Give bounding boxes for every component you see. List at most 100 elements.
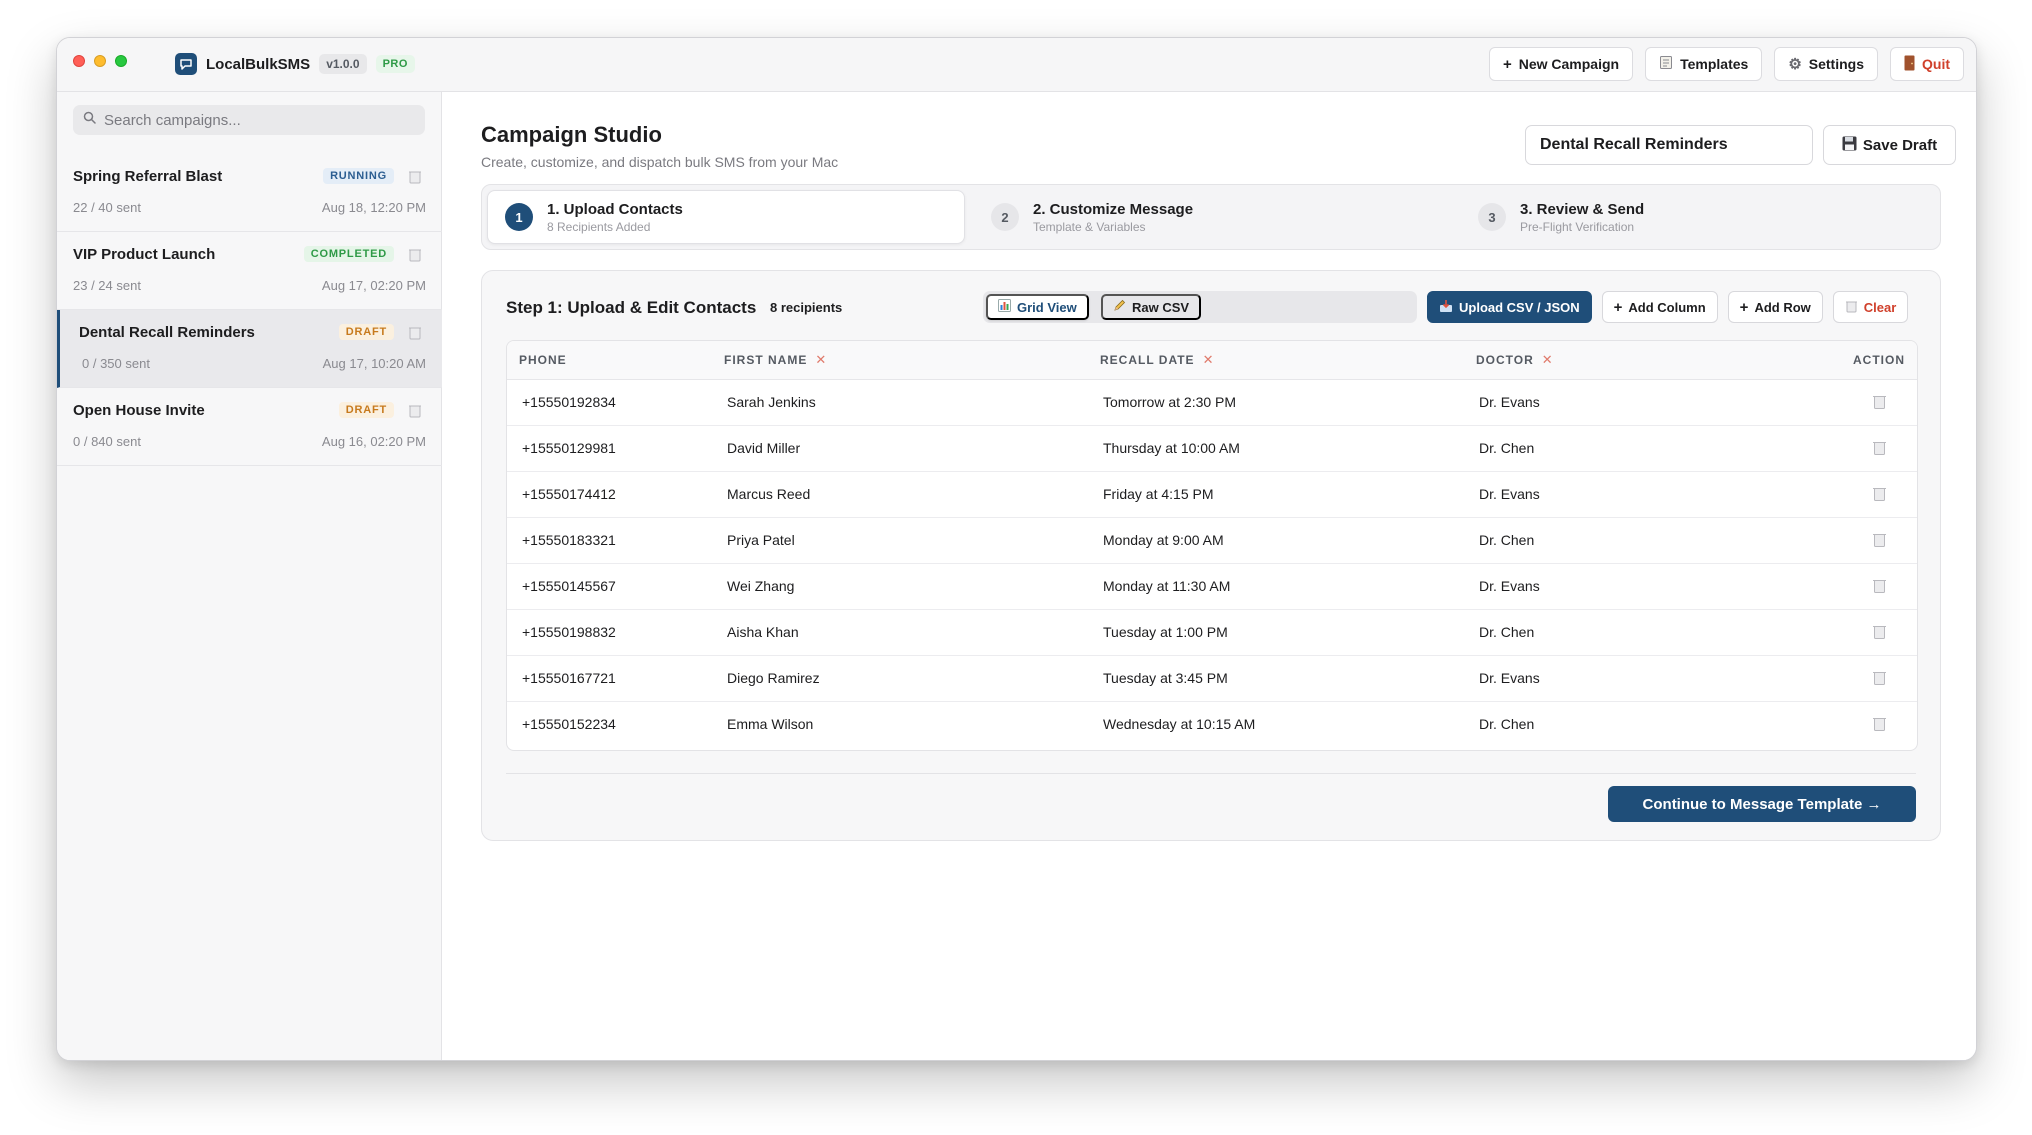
trash-icon[interactable]: [1872, 625, 1887, 642]
step-number: 1: [505, 203, 533, 231]
new-campaign-label: New Campaign: [1518, 56, 1620, 72]
trash-icon[interactable]: [1872, 533, 1887, 550]
phone-cell[interactable]: +15550129981: [507, 425, 712, 472]
remove-column-icon[interactable]: ✕: [1542, 352, 1554, 367]
grid-view-button[interactable]: Grid View: [986, 294, 1089, 320]
first-name-cell[interactable]: Marcus Reed: [712, 471, 1088, 518]
recall-date-cell[interactable]: Tomorrow at 2:30 PM: [1088, 379, 1464, 426]
campaign-item-dental-recall-reminders[interactable]: Dental Recall Reminders DRAFT 0 / 350 se…: [57, 310, 442, 388]
recall-date-cell[interactable]: Monday at 9:00 AM: [1088, 517, 1464, 564]
first-name-cell[interactable]: Emma Wilson: [712, 701, 1088, 747]
new-campaign-button[interactable]: + New Campaign: [1488, 47, 1634, 81]
doctor-cell[interactable]: Dr. Chen: [1464, 609, 1819, 656]
app-brand: LocalBulkSMS v1.0.0 PRO: [175, 53, 415, 75]
recall-date-cell[interactable]: Thursday at 10:00 AM: [1088, 425, 1464, 472]
quit-button[interactable]: Quit: [1890, 47, 1964, 81]
phone-cell[interactable]: +15550145567: [507, 563, 712, 610]
doctor-cell[interactable]: Dr. Evans: [1464, 563, 1819, 610]
door-icon: [1904, 55, 1915, 74]
card-title: Step 1: Upload & Edit Contacts: [506, 298, 757, 317]
templates-button[interactable]: Templates: [1645, 47, 1763, 81]
trash-icon[interactable]: [1872, 671, 1887, 688]
campaign-item-vip-product-launch[interactable]: VIP Product Launch COMPLETED 23 / 24 sen…: [57, 232, 442, 310]
recall-date-cell[interactable]: Friday at 4:15 PM: [1088, 471, 1464, 518]
add-column-button[interactable]: + Add Column: [1601, 291, 1718, 323]
doctor-cell[interactable]: Dr. Evans: [1464, 379, 1819, 426]
table-row: +15550145567 Wei Zhang Monday at 11:30 A…: [507, 563, 1917, 610]
recall-date-cell[interactable]: Tuesday at 1:00 PM: [1088, 609, 1464, 656]
settings-button[interactable]: ⚙ Settings: [1774, 47, 1878, 81]
campaign-name-input[interactable]: [1525, 125, 1813, 165]
settings-label: Settings: [1808, 56, 1864, 72]
first-name-cell[interactable]: Priya Patel: [712, 517, 1088, 564]
first-name-cell[interactable]: Wei Zhang: [712, 563, 1088, 610]
templates-label: Templates: [1680, 56, 1749, 72]
app-name: LocalBulkSMS: [206, 55, 311, 73]
table-row: +15550198832 Aisha Khan Tuesday at 1:00 …: [507, 609, 1917, 656]
remove-column-icon[interactable]: ✕: [1203, 352, 1215, 367]
action-cell: [1819, 701, 1917, 747]
table-row: +15550152234 Emma Wilson Wednesday at 10…: [507, 701, 1917, 747]
phone-cell[interactable]: +15550174412: [507, 471, 712, 518]
zoom-window-button[interactable]: [115, 55, 127, 67]
doctor-cell[interactable]: Dr. Chen: [1464, 517, 1819, 564]
search-box[interactable]: [73, 105, 425, 135]
first-name-cell[interactable]: David Miller: [712, 425, 1088, 472]
close-window-button[interactable]: [73, 55, 85, 67]
doctor-cell[interactable]: Dr. Evans: [1464, 471, 1819, 518]
action-cell: [1819, 425, 1917, 472]
doctor-cell[interactable]: Dr. Chen: [1464, 701, 1819, 747]
action-cell: [1819, 379, 1917, 426]
step-upload-contacts[interactable]: 1 1. Upload Contacts 8 Recipients Added: [487, 190, 965, 244]
trash-icon[interactable]: [1872, 579, 1887, 596]
minimize-window-button[interactable]: [94, 55, 106, 67]
doctor-cell[interactable]: Dr. Chen: [1464, 425, 1819, 472]
doctor-cell[interactable]: Dr. Evans: [1464, 655, 1819, 702]
app-window: LocalBulkSMS v1.0.0 PRO + New Campaign T…: [56, 37, 1977, 1061]
phone-cell[interactable]: +15550198832: [507, 609, 712, 656]
phone-cell[interactable]: +15550152234: [507, 701, 712, 747]
inbox-tray-icon: [1439, 299, 1453, 316]
recall-date-cell[interactable]: Monday at 11:30 AM: [1088, 563, 1464, 610]
search-input[interactable]: [104, 111, 425, 129]
table-body: +15550192834 Sarah Jenkins Tomorrow at 2…: [507, 379, 1917, 747]
step-subtitle: Template & Variables: [1033, 219, 1146, 234]
trash-icon[interactable]: [1872, 487, 1887, 504]
trash-icon[interactable]: [408, 325, 422, 345]
continue-to-message-template-button[interactable]: Continue to Message Template →: [1608, 786, 1916, 822]
step-customize-message[interactable]: 2 2. Customize Message Template & Variab…: [974, 190, 1452, 244]
trash-icon[interactable]: [1872, 395, 1887, 412]
page-subtitle: Create, customize, and dispatch bulk SMS…: [481, 154, 839, 170]
campaign-date: Aug 16, 02:20 PM: [321, 434, 426, 449]
first-name-cell[interactable]: Diego Ramirez: [712, 655, 1088, 702]
campaign-item-open-house-invite[interactable]: Open House Invite DRAFT 0 / 840 sent Aug…: [57, 388, 442, 466]
trash-icon[interactable]: [1872, 441, 1887, 458]
first-name-cell[interactable]: Aisha Khan: [712, 609, 1088, 656]
step-review-send[interactable]: 3 3. Review & Send Pre-Flight Verificati…: [1461, 190, 1937, 244]
phone-cell[interactable]: +15550192834: [507, 379, 712, 426]
remove-column-icon[interactable]: ✕: [815, 352, 827, 367]
trash-icon[interactable]: [408, 169, 422, 189]
recall-date-cell[interactable]: Tuesday at 3:45 PM: [1088, 655, 1464, 702]
add-column-label: Add Column: [1628, 299, 1706, 315]
table-row: +15550174412 Marcus Reed Friday at 4:15 …: [507, 471, 1917, 518]
recall-date-cell[interactable]: Wednesday at 10:15 AM: [1088, 701, 1464, 747]
phone-cell[interactable]: +15550167721: [507, 655, 712, 702]
column-header-phone: PHONE: [507, 341, 712, 380]
upload-csv-json-button[interactable]: Upload CSV / JSON: [1427, 291, 1592, 323]
plus-icon: +: [1502, 55, 1512, 73]
clear-button[interactable]: Clear: [1832, 291, 1909, 323]
column-header-first-name: FIRST NAME ✕: [712, 341, 1088, 380]
raw-csv-button[interactable]: Raw CSV: [1101, 294, 1202, 320]
trash-icon[interactable]: [1872, 717, 1887, 734]
trash-icon[interactable]: [408, 247, 422, 267]
campaign-item-spring-referral-blast[interactable]: Spring Referral Blast RUNNING 22 / 40 se…: [57, 154, 442, 232]
plus-icon: +: [1613, 298, 1623, 316]
trash-icon[interactable]: [408, 403, 422, 423]
column-header-recall-date: RECALL DATE ✕: [1088, 341, 1464, 380]
add-row-button[interactable]: + Add Row: [1727, 291, 1823, 323]
first-name-cell[interactable]: Sarah Jenkins: [712, 379, 1088, 426]
save-draft-button[interactable]: Save Draft: [1823, 125, 1956, 165]
phone-cell[interactable]: +15550183321: [507, 517, 712, 564]
step-subtitle: 8 Recipients Added: [547, 219, 651, 234]
